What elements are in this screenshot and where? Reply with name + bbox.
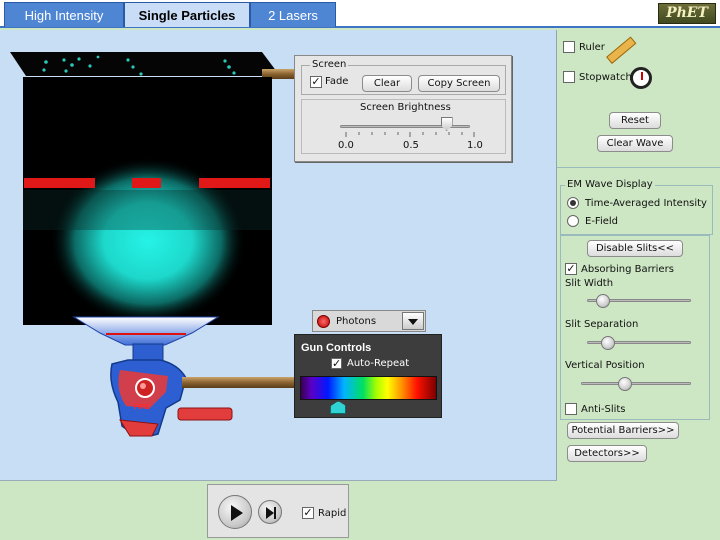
absorbing-barriers-checkbox[interactable]: ✓ bbox=[565, 263, 577, 275]
reset-button[interactable]: Reset bbox=[609, 112, 661, 129]
screen-panel: Screen ✓ Fade Clear Copy Screen Screen B… bbox=[294, 55, 512, 162]
clear-screen-button[interactable]: Clear bbox=[362, 75, 412, 92]
brightness-ticks bbox=[345, 132, 475, 137]
fire-label: FIRE bbox=[134, 404, 150, 411]
play-icon bbox=[231, 505, 243, 521]
barrier-right bbox=[199, 178, 270, 188]
absorbing-barriers-label: Absorbing Barriers bbox=[581, 264, 674, 275]
vertical-position-track[interactable] bbox=[581, 382, 691, 385]
slit-separation-label: Slit Separation bbox=[565, 319, 639, 330]
slit-width-thumb[interactable] bbox=[595, 294, 610, 308]
ruler-icon bbox=[606, 36, 637, 64]
em-wave-display-group: EM Wave Display Time-Averaged Intensity … bbox=[560, 179, 713, 235]
tab-2-lasers[interactable]: 2 Lasers bbox=[250, 2, 336, 27]
phet-logo[interactable]: PhET bbox=[658, 3, 716, 24]
chevron-down-icon bbox=[408, 319, 418, 325]
slit-separation-thumb[interactable] bbox=[600, 336, 615, 350]
wavelength-handle[interactable] bbox=[330, 401, 347, 414]
vertical-position-label: Vertical Position bbox=[565, 360, 645, 371]
barrier-middle bbox=[132, 178, 161, 188]
photon-icon bbox=[317, 315, 330, 328]
tick-label-0-5: 0.5 bbox=[403, 140, 419, 151]
tab-single-particles[interactable]: Single Particles bbox=[124, 2, 250, 27]
dropdown-button[interactable] bbox=[402, 312, 424, 330]
vertical-position-thumb[interactable] bbox=[618, 377, 632, 391]
tab-high-intensity[interactable]: High Intensity bbox=[4, 2, 124, 27]
particle-type-label: Photons bbox=[336, 316, 377, 327]
radio-e-field[interactable] bbox=[567, 215, 579, 227]
tick-label-0: 0.0 bbox=[338, 140, 354, 151]
gun-nozzle bbox=[72, 316, 220, 346]
radio-time-averaged[interactable] bbox=[567, 197, 579, 209]
disable-slits-button[interactable]: Disable Slits<< bbox=[587, 240, 683, 257]
auto-repeat-checkbox[interactable]: ✓ bbox=[331, 358, 342, 369]
brightness-group: Screen Brightness 0.0 0.5 1.0 bbox=[301, 99, 506, 154]
screen-group-title: Screen bbox=[310, 59, 349, 70]
stopwatch-icon bbox=[630, 67, 652, 89]
play-button[interactable] bbox=[218, 495, 252, 529]
fade-label: Fade bbox=[325, 76, 349, 87]
wavelength-spectrum[interactable] bbox=[300, 376, 437, 400]
screen-group: Screen ✓ Fade Clear Copy Screen bbox=[301, 59, 506, 95]
brightness-thumb[interactable] bbox=[440, 117, 453, 131]
rapid-label: Rapid bbox=[318, 508, 347, 519]
control-sidebar: Ruler Stopwatch Reset Clear Wave EM Wave… bbox=[557, 30, 720, 540]
brightness-title: Screen Brightness bbox=[360, 102, 451, 113]
radio-e-field-label: E-Field bbox=[585, 216, 619, 227]
slits-group: Disable Slits<< ✓ Absorbing Barriers Sli… bbox=[560, 235, 710, 420]
clear-wave-button[interactable]: Clear Wave bbox=[597, 135, 673, 152]
stopwatch-label: Stopwatch bbox=[579, 72, 632, 83]
ruler-checkbox[interactable] bbox=[563, 41, 575, 53]
clock-control-bar: ✓ Rapid bbox=[0, 480, 557, 540]
slit-width-label: Slit Width bbox=[565, 278, 614, 289]
rapid-checkbox[interactable]: ✓ bbox=[302, 507, 314, 519]
em-wave-display-title: EM Wave Display bbox=[565, 179, 655, 190]
tab-bar: High Intensity Single Particles 2 Lasers… bbox=[0, 0, 720, 28]
ruler-label: Ruler bbox=[579, 42, 605, 53]
detector-screen-top bbox=[10, 52, 280, 76]
gun-controls-title: Gun Controls bbox=[301, 342, 372, 354]
potential-barriers-button[interactable]: Potential Barriers>> bbox=[567, 422, 679, 439]
stopwatch-checkbox[interactable] bbox=[563, 71, 575, 83]
barrier-left bbox=[24, 178, 95, 188]
anti-slits-checkbox[interactable] bbox=[565, 403, 577, 415]
gun-mount-rod bbox=[182, 377, 294, 388]
detectors-button[interactable]: Detectors>> bbox=[567, 445, 647, 462]
radio-time-averaged-label: Time-Averaged Intensity bbox=[585, 198, 707, 209]
tick-label-1: 1.0 bbox=[467, 140, 483, 151]
copy-screen-button[interactable]: Copy Screen bbox=[418, 75, 500, 92]
gun-controls-panel: Gun Controls ✓ Auto-Repeat bbox=[294, 334, 442, 418]
particle-type-select[interactable]: Photons bbox=[312, 310, 426, 332]
fade-checkbox[interactable]: ✓ bbox=[310, 76, 322, 88]
step-icon bbox=[266, 507, 274, 519]
clock-controls: ✓ Rapid bbox=[207, 484, 349, 538]
particle-gun bbox=[110, 343, 233, 437]
auto-repeat-label: Auto-Repeat bbox=[347, 358, 410, 369]
step-button[interactable] bbox=[258, 500, 282, 524]
anti-slits-label: Anti-Slits bbox=[581, 404, 626, 415]
